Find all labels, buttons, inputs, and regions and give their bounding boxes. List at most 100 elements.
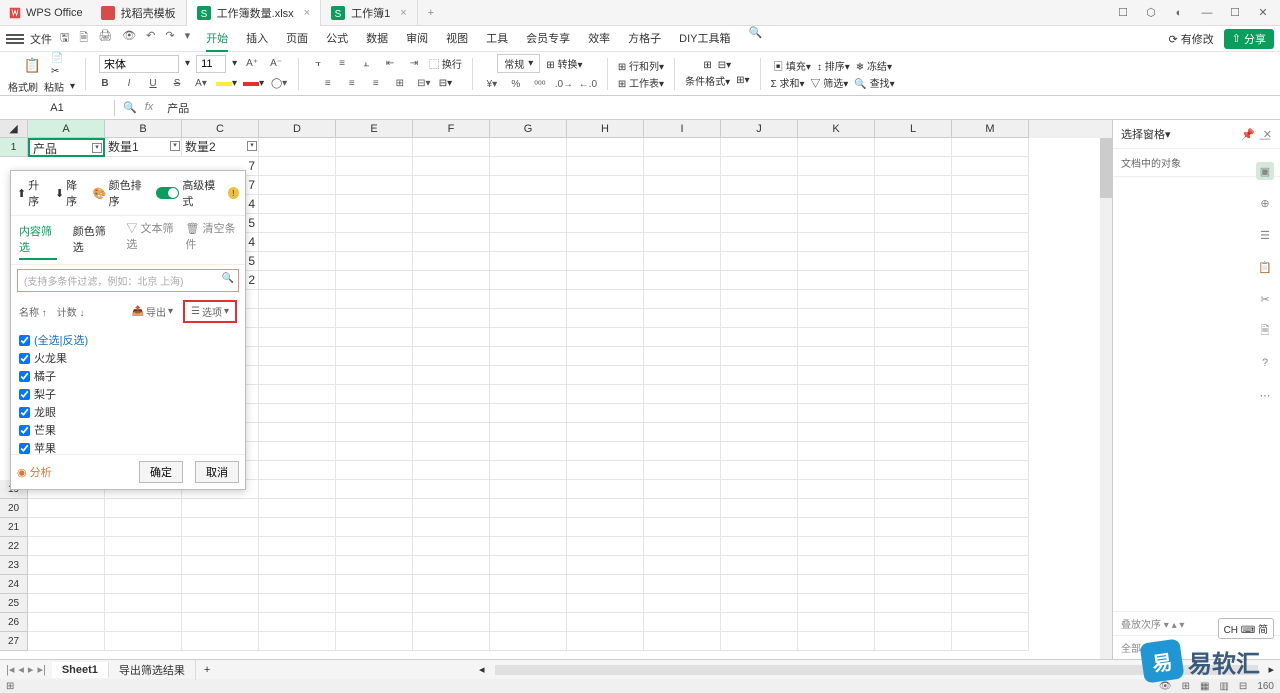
cell[interactable] <box>336 518 413 537</box>
cell[interactable] <box>490 556 567 575</box>
cell[interactable] <box>952 138 1029 157</box>
cell[interactable] <box>952 442 1029 461</box>
cell[interactable] <box>567 271 644 290</box>
cell[interactable] <box>336 290 413 309</box>
cell[interactable] <box>952 328 1029 347</box>
cell[interactable] <box>413 461 490 480</box>
col-header-L[interactable]: L <box>875 120 952 138</box>
col-header-G[interactable]: G <box>490 120 567 138</box>
cell[interactable] <box>798 328 875 347</box>
tab-fgz[interactable]: 方格子 <box>628 26 661 52</box>
col-header-H[interactable]: H <box>567 120 644 138</box>
cell[interactable] <box>875 366 952 385</box>
cell[interactable] <box>490 309 567 328</box>
align-center-icon[interactable]: ≡ <box>343 75 361 93</box>
cell[interactable] <box>259 613 336 632</box>
cell[interactable] <box>413 404 490 423</box>
tools-icon[interactable]: ✂ <box>1256 290 1274 308</box>
cell[interactable] <box>644 157 721 176</box>
cell[interactable] <box>259 461 336 480</box>
formula-input[interactable]: 产品 <box>161 98 1280 118</box>
options-button[interactable]: ☰ 选项▾ <box>183 300 237 323</box>
col-header-B[interactable]: B <box>105 120 182 138</box>
cell[interactable] <box>644 480 721 499</box>
cell[interactable] <box>105 594 182 613</box>
sum-button[interactable]: Σ 求和▾ <box>771 75 805 90</box>
indent-dec-icon[interactable]: ⇤ <box>381 55 399 73</box>
tab-efficiency[interactable]: 效率 <box>588 26 610 52</box>
cell[interactable] <box>644 537 721 556</box>
col-header-C[interactable]: C <box>182 120 259 138</box>
cell[interactable] <box>336 480 413 499</box>
cell[interactable] <box>952 594 1029 613</box>
cell[interactable] <box>952 271 1029 290</box>
cell[interactable] <box>644 613 721 632</box>
filter-select-all[interactable]: (全选|反选) <box>19 331 237 349</box>
row-header-23[interactable]: 23 <box>0 556 28 575</box>
cell[interactable] <box>798 214 875 233</box>
cell[interactable] <box>952 518 1029 537</box>
sort-desc-button[interactable]: ⬇ 降序 <box>55 177 87 209</box>
cell[interactable] <box>952 461 1029 480</box>
cell[interactable] <box>28 613 105 632</box>
preview-icon[interactable]: 👁 <box>122 29 136 48</box>
filter-item[interactable]: 橘子 <box>19 367 237 385</box>
cell[interactable] <box>28 537 105 556</box>
cell-C1[interactable]: 数量2▾ <box>182 138 259 157</box>
cell[interactable] <box>28 575 105 594</box>
filter-item[interactable]: 火龙果 <box>19 349 237 367</box>
cell[interactable] <box>644 499 721 518</box>
cell[interactable] <box>721 214 798 233</box>
cell[interactable] <box>567 195 644 214</box>
paste-label[interactable]: 粘贴 <box>44 79 64 94</box>
cell[interactable] <box>721 290 798 309</box>
cell[interactable] <box>413 309 490 328</box>
count-sort-header[interactable]: 计数 ↓ <box>57 304 85 319</box>
file-menu[interactable]: 文件 <box>30 31 52 47</box>
cell[interactable] <box>875 613 952 632</box>
cell[interactable] <box>413 556 490 575</box>
view-eye-icon[interactable]: 👁 <box>1159 681 1172 692</box>
sort-asc-button[interactable]: ⬆ 升序 <box>17 177 49 209</box>
cell[interactable] <box>259 176 336 195</box>
note-icon[interactable]: 🗎 <box>1256 322 1274 340</box>
cell[interactable] <box>644 442 721 461</box>
font-size-select[interactable] <box>196 55 226 73</box>
cell[interactable] <box>721 328 798 347</box>
cell[interactable] <box>567 138 644 157</box>
cell[interactable] <box>721 347 798 366</box>
cell[interactable] <box>644 176 721 195</box>
cell[interactable] <box>721 518 798 537</box>
cell[interactable] <box>490 613 567 632</box>
cell[interactable] <box>721 233 798 252</box>
col-header-A[interactable]: A <box>28 120 105 138</box>
cell[interactable] <box>567 347 644 366</box>
cell[interactable] <box>952 537 1029 556</box>
fx-icon[interactable]: fx <box>145 101 154 114</box>
cell[interactable] <box>644 366 721 385</box>
search-icon[interactable]: 🔍 <box>748 26 762 52</box>
style-icon[interactable]: ⊕ <box>1256 194 1274 212</box>
copy-icon[interactable]: 📄 <box>51 53 63 64</box>
cell[interactable] <box>490 195 567 214</box>
user-icon[interactable]: ◐ <box>1172 6 1186 20</box>
cell[interactable] <box>336 461 413 480</box>
cell[interactable] <box>105 556 182 575</box>
cell[interactable] <box>182 499 259 518</box>
cell[interactable] <box>336 252 413 271</box>
convert-button[interactable]: ⊞ 转换▾ <box>546 56 582 71</box>
cell[interactable] <box>259 480 336 499</box>
cell[interactable] <box>798 594 875 613</box>
col-header-D[interactable]: D <box>259 120 336 138</box>
cell[interactable] <box>490 233 567 252</box>
cell[interactable] <box>336 157 413 176</box>
print-icon[interactable]: 🖨 <box>98 29 112 48</box>
tab-review[interactable]: 审阅 <box>406 26 428 52</box>
border-button[interactable]: ⊟▾ <box>718 60 731 71</box>
cell[interactable] <box>875 157 952 176</box>
cell[interactable] <box>259 290 336 309</box>
cell[interactable] <box>644 252 721 271</box>
select-tool-icon[interactable]: ▣ <box>1256 162 1274 180</box>
cell[interactable] <box>721 632 798 651</box>
search-icon[interactable]: 🔍 <box>222 273 234 284</box>
